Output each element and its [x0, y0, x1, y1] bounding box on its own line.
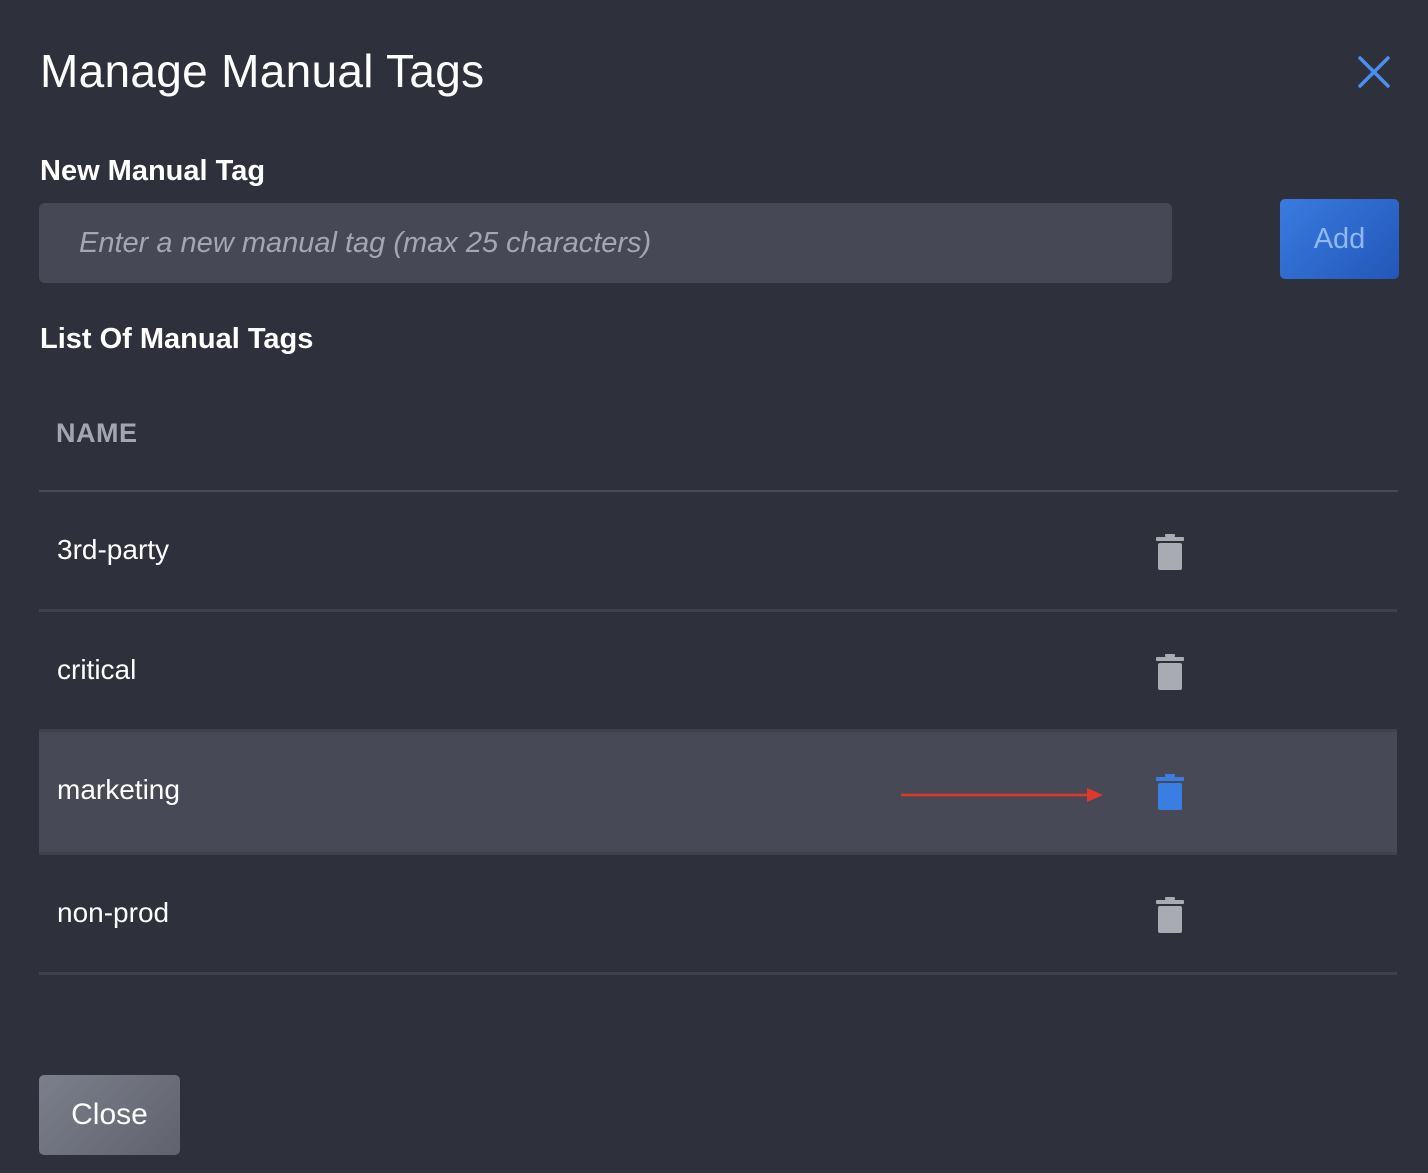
trash-icon[interactable]: [1155, 534, 1185, 570]
close-icon[interactable]: [1356, 54, 1392, 90]
tag-list-label: List Of Manual Tags: [40, 323, 314, 355]
tag-name: non-prod: [57, 897, 170, 928]
add-tag-button[interactable]: Add: [1280, 199, 1399, 279]
table-row: non-prod: [39, 852, 1397, 975]
new-tag-label: New Manual Tag: [40, 155, 266, 187]
close-button[interactable]: Close: [39, 1075, 180, 1155]
trash-icon[interactable]: [1155, 774, 1185, 810]
name-column-header: NAME: [56, 418, 138, 448]
tag-table: 3rd-party critical marketing non-prod: [39, 492, 1397, 975]
trash-icon[interactable]: [1155, 897, 1185, 933]
tag-name: marketing: [57, 774, 180, 805]
trash-icon[interactable]: [1155, 654, 1185, 690]
tag-name: 3rd-party: [57, 534, 170, 565]
annotation-arrow: [901, 788, 1103, 802]
tag-name: critical: [57, 654, 137, 685]
dialog-title: Manage Manual Tags: [40, 45, 485, 97]
table-row: 3rd-party: [39, 492, 1397, 612]
table-row: critical: [39, 612, 1397, 732]
new-tag-input[interactable]: [39, 203, 1172, 283]
table-row-hovered: marketing: [39, 732, 1397, 852]
new-tag-input-container: [39, 203, 1172, 283]
